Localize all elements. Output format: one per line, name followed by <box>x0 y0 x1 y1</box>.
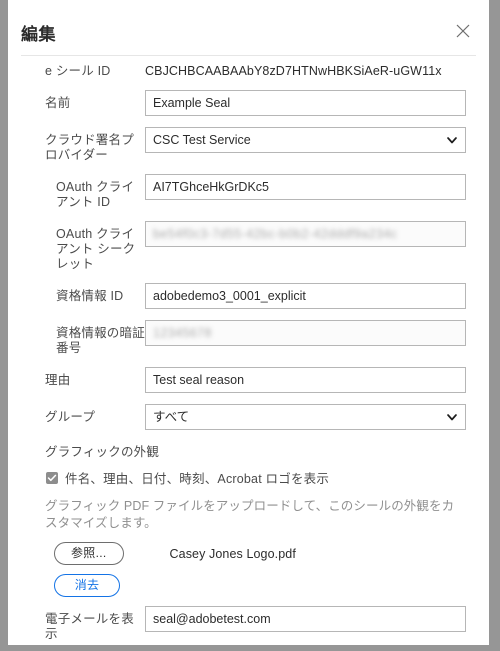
graphic-appearance-heading: グラフィックの外観 <box>45 445 160 459</box>
row-oauth-client-secret: OAuth クライアント シークレット be54f0c3-7d55-42bc-b… <box>8 221 489 272</box>
label-group: グループ <box>45 410 96 424</box>
page-title: 編集 <box>21 25 56 44</box>
browse-row: 参照... Casey Jones Logo.pdf <box>8 542 489 565</box>
upload-description: グラフィック PDF ファイルをアップロードして、このシールの外観をカスタマイズ… <box>45 499 455 530</box>
browse-button[interactable]: 参照... <box>54 542 124 565</box>
field-group: すべて <box>145 404 466 430</box>
uploaded-file-name: Casey Jones Logo.pdf <box>169 546 296 561</box>
row-credential-id: 資格情報 ID adobedemo3_0001_explicit <box>8 283 489 309</box>
label-credential-id: 資格情報 ID <box>56 289 124 303</box>
group-select[interactable]: すべて <box>145 404 466 430</box>
checkbox-icon[interactable] <box>46 471 58 484</box>
name-input[interactable]: Example Seal <box>145 90 466 116</box>
field-display-email: seal@adobetest.com <box>145 606 466 632</box>
dialog-header: 編集 <box>8 0 489 58</box>
field-credential-id: adobedemo3_0001_explicit <box>145 283 466 309</box>
clear-row: 消去 <box>8 574 489 597</box>
row-display-email: 電子メールを表示 seal@adobetest.com <box>8 606 489 642</box>
row-credential-pin: 資格情報の暗証番号 12345678 <box>8 320 489 356</box>
field-name: Example Seal <box>145 90 466 116</box>
label-cloud-provider: クラウド署名プロバイダー <box>45 133 134 162</box>
row-group: グループ すべて <box>8 404 489 430</box>
field-oauth-client-secret: be54f0c3-7d55-42bc-b0b2-42dddf9a234c <box>145 221 466 247</box>
field-oauth-client-id: AI7TGhceHkGrDKc5 <box>145 174 466 200</box>
row-eseal-id: e シール ID CBJCHBCAABAAbY8zD7HTNwHBKSiAeR-… <box>8 58 489 79</box>
label-oauth-client-secret: OAuth クライアント シークレット <box>56 227 136 271</box>
field-reason: Test seal reason <box>145 367 466 393</box>
field-cloud-provider: CSC Test Service <box>145 127 466 153</box>
credential-pin-value: 12345678 <box>153 326 212 340</box>
close-icon[interactable] <box>451 19 475 43</box>
credential-pin-input[interactable]: 12345678 <box>145 320 466 346</box>
label-name: 名前 <box>45 96 71 110</box>
label-reason: 理由 <box>45 373 71 387</box>
label-credential-pin: 資格情報の暗証番号 <box>56 326 145 355</box>
display-email-input[interactable]: seal@adobetest.com <box>145 606 466 632</box>
form-body: e シール ID CBJCHBCAABAAbY8zD7HTNwHBKSiAeR-… <box>8 58 489 645</box>
label-oauth-client-id: OAuth クライアント ID <box>56 180 135 209</box>
oauth-client-id-input[interactable]: AI7TGhceHkGrDKc5 <box>145 174 466 200</box>
oauth-client-secret-input[interactable]: be54f0c3-7d55-42bc-b0b2-42dddf9a234c <box>145 221 466 247</box>
cloud-provider-select[interactable]: CSC Test Service <box>145 127 466 153</box>
label-display-email: 電子メールを表示 <box>45 612 134 641</box>
reason-input[interactable]: Test seal reason <box>145 367 466 393</box>
field-credential-pin: 12345678 <box>145 320 466 346</box>
show-details-checkbox-row[interactable]: 件名、理由、日付、時刻、Acrobat ロゴを表示 <box>8 468 489 487</box>
field-eseal-id: CBJCHBCAABAAbY8zD7HTNwHBKSiAeR-uGW11x <box>145 58 466 78</box>
row-reason: 理由 Test seal reason <box>8 367 489 393</box>
label-eseal-id: e シール ID <box>45 64 111 78</box>
header-divider <box>21 55 476 56</box>
eseal-id-value: CBJCHBCAABAAbY8zD7HTNwHBKSiAeR-uGW11x <box>145 64 442 78</box>
show-details-checkbox-label: 件名、理由、日付、時刻、Acrobat ロゴを表示 <box>65 472 330 486</box>
row-oauth-client-id: OAuth クライアント ID AI7TGhceHkGrDKc5 <box>8 174 489 210</box>
edit-eseal-dialog: 編集 e シール ID CBJCHBCAABAAbY8zD7HTNwHBKSiA… <box>8 0 489 645</box>
row-cloud-provider: クラウド署名プロバイダー CSC Test Service <box>8 127 489 163</box>
credential-id-input[interactable]: adobedemo3_0001_explicit <box>145 283 466 309</box>
row-name: 名前 Example Seal <box>8 90 489 116</box>
oauth-client-secret-value: be54f0c3-7d55-42bc-b0b2-42dddf9a234c <box>153 227 398 241</box>
clear-button[interactable]: 消去 <box>54 574 120 597</box>
